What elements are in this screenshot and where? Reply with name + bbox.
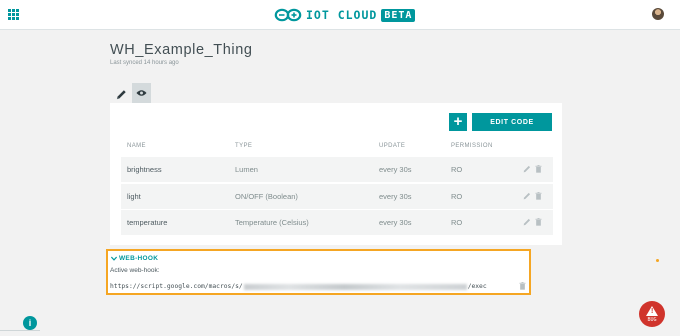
property-permission: RO	[451, 218, 463, 227]
webhook-url[interactable]: https://script.google.com/macros/s/ /exe…	[110, 282, 487, 291]
webhook-url-prefix: https://script.google.com/macros/s/	[110, 283, 243, 290]
property-update: every 30s	[379, 192, 412, 201]
edit-mode-tab[interactable]	[112, 85, 130, 103]
trash-icon[interactable]	[535, 165, 542, 173]
property-type: ON/OFF (Boolean)	[235, 192, 298, 201]
eye-icon	[136, 90, 147, 96]
iot-cloud-logo[interactable]: IOT CLOUD BETA	[274, 7, 416, 23]
trash-icon[interactable]	[519, 282, 526, 290]
view-mode-tab[interactable]	[132, 83, 151, 103]
bug-label: BUG	[647, 316, 657, 323]
edit-code-button[interactable]: EDIT CODE	[472, 113, 552, 131]
page-title: WH_Example_Thing	[110, 42, 253, 58]
property-type: Temperature (Celsius)	[235, 218, 309, 227]
column-header-type: TYPE	[235, 143, 253, 149]
table-row[interactable]: temperature Temperature (Celsius) every …	[121, 210, 553, 235]
property-type: Lumen	[235, 165, 258, 174]
pencil-icon	[116, 89, 126, 99]
column-header-name: NAME	[127, 143, 146, 149]
property-permission: RO	[451, 165, 463, 174]
property-update: every 30s	[379, 218, 412, 227]
webhook-url-redacted	[243, 283, 467, 290]
bug-report-button[interactable]: ! BUG	[639, 301, 665, 327]
divider	[0, 330, 40, 331]
table-row[interactable]: light ON/OFF (Boolean) every 30s RO	[121, 184, 553, 209]
property-name: light	[127, 192, 141, 201]
top-bar: IOT CLOUD BETA	[0, 0, 680, 30]
webhook-url-suffix: /exec	[467, 283, 487, 290]
trash-icon[interactable]	[535, 218, 542, 226]
webhook-panel: WEB-HOOK Active web-hook: https://script…	[106, 249, 531, 295]
info-button[interactable]: i	[23, 316, 37, 330]
table-row[interactable]: brightness Lumen every 30s RO	[121, 157, 553, 182]
property-name: temperature	[127, 218, 168, 227]
trash-icon[interactable]	[535, 192, 542, 200]
beta-badge: BETA	[381, 8, 416, 22]
logo-text: IOT CLOUD	[306, 8, 378, 22]
property-update: every 30s	[379, 165, 412, 174]
pencil-icon[interactable]	[523, 165, 531, 173]
apps-grid-icon[interactable]	[8, 9, 19, 20]
add-property-button[interactable]: +	[449, 113, 467, 131]
webhook-title: WEB-HOOK	[119, 255, 159, 262]
webhook-toggle[interactable]: WEB-HOOK	[111, 255, 158, 262]
chevron-down-icon	[111, 256, 117, 261]
column-header-permission: PERMISSION	[451, 143, 493, 149]
pencil-icon[interactable]	[523, 218, 531, 226]
arduino-infinity-icon	[274, 8, 302, 22]
pencil-icon[interactable]	[523, 192, 531, 200]
last-synced-text: Last synced 14 hours ago	[110, 60, 179, 66]
status-dot	[656, 259, 659, 262]
webhook-label: Active web-hook:	[110, 267, 160, 274]
property-name: brightness	[127, 165, 162, 174]
property-permission: RO	[451, 192, 463, 201]
user-avatar[interactable]	[652, 8, 664, 20]
column-header-update: UPDATE	[379, 143, 406, 149]
warning-icon: !	[646, 305, 658, 316]
